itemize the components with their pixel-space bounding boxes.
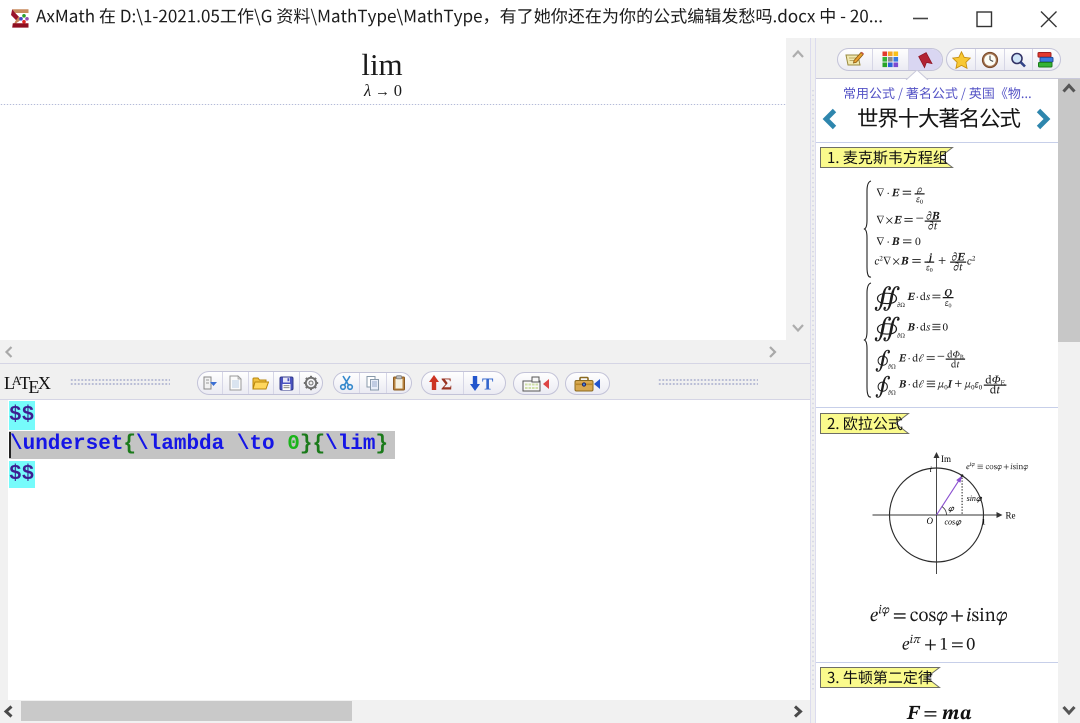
svg-text:Re: Re (1006, 511, 1016, 521)
svg-text:T: T (482, 375, 494, 393)
svg-text:Σ: Σ (441, 375, 452, 393)
svg-text:i: i (930, 464, 933, 474)
svg-text:1: 1 (982, 517, 986, 527)
svg-text:Im: Im (941, 454, 951, 464)
svg-text:𝜑: 𝜑 (948, 504, 955, 513)
svg-text:sin𝜑: sin𝜑 (967, 494, 983, 503)
svg-text:cos𝜑: cos𝜑 (945, 518, 963, 527)
svg-text:O: O (927, 516, 934, 526)
